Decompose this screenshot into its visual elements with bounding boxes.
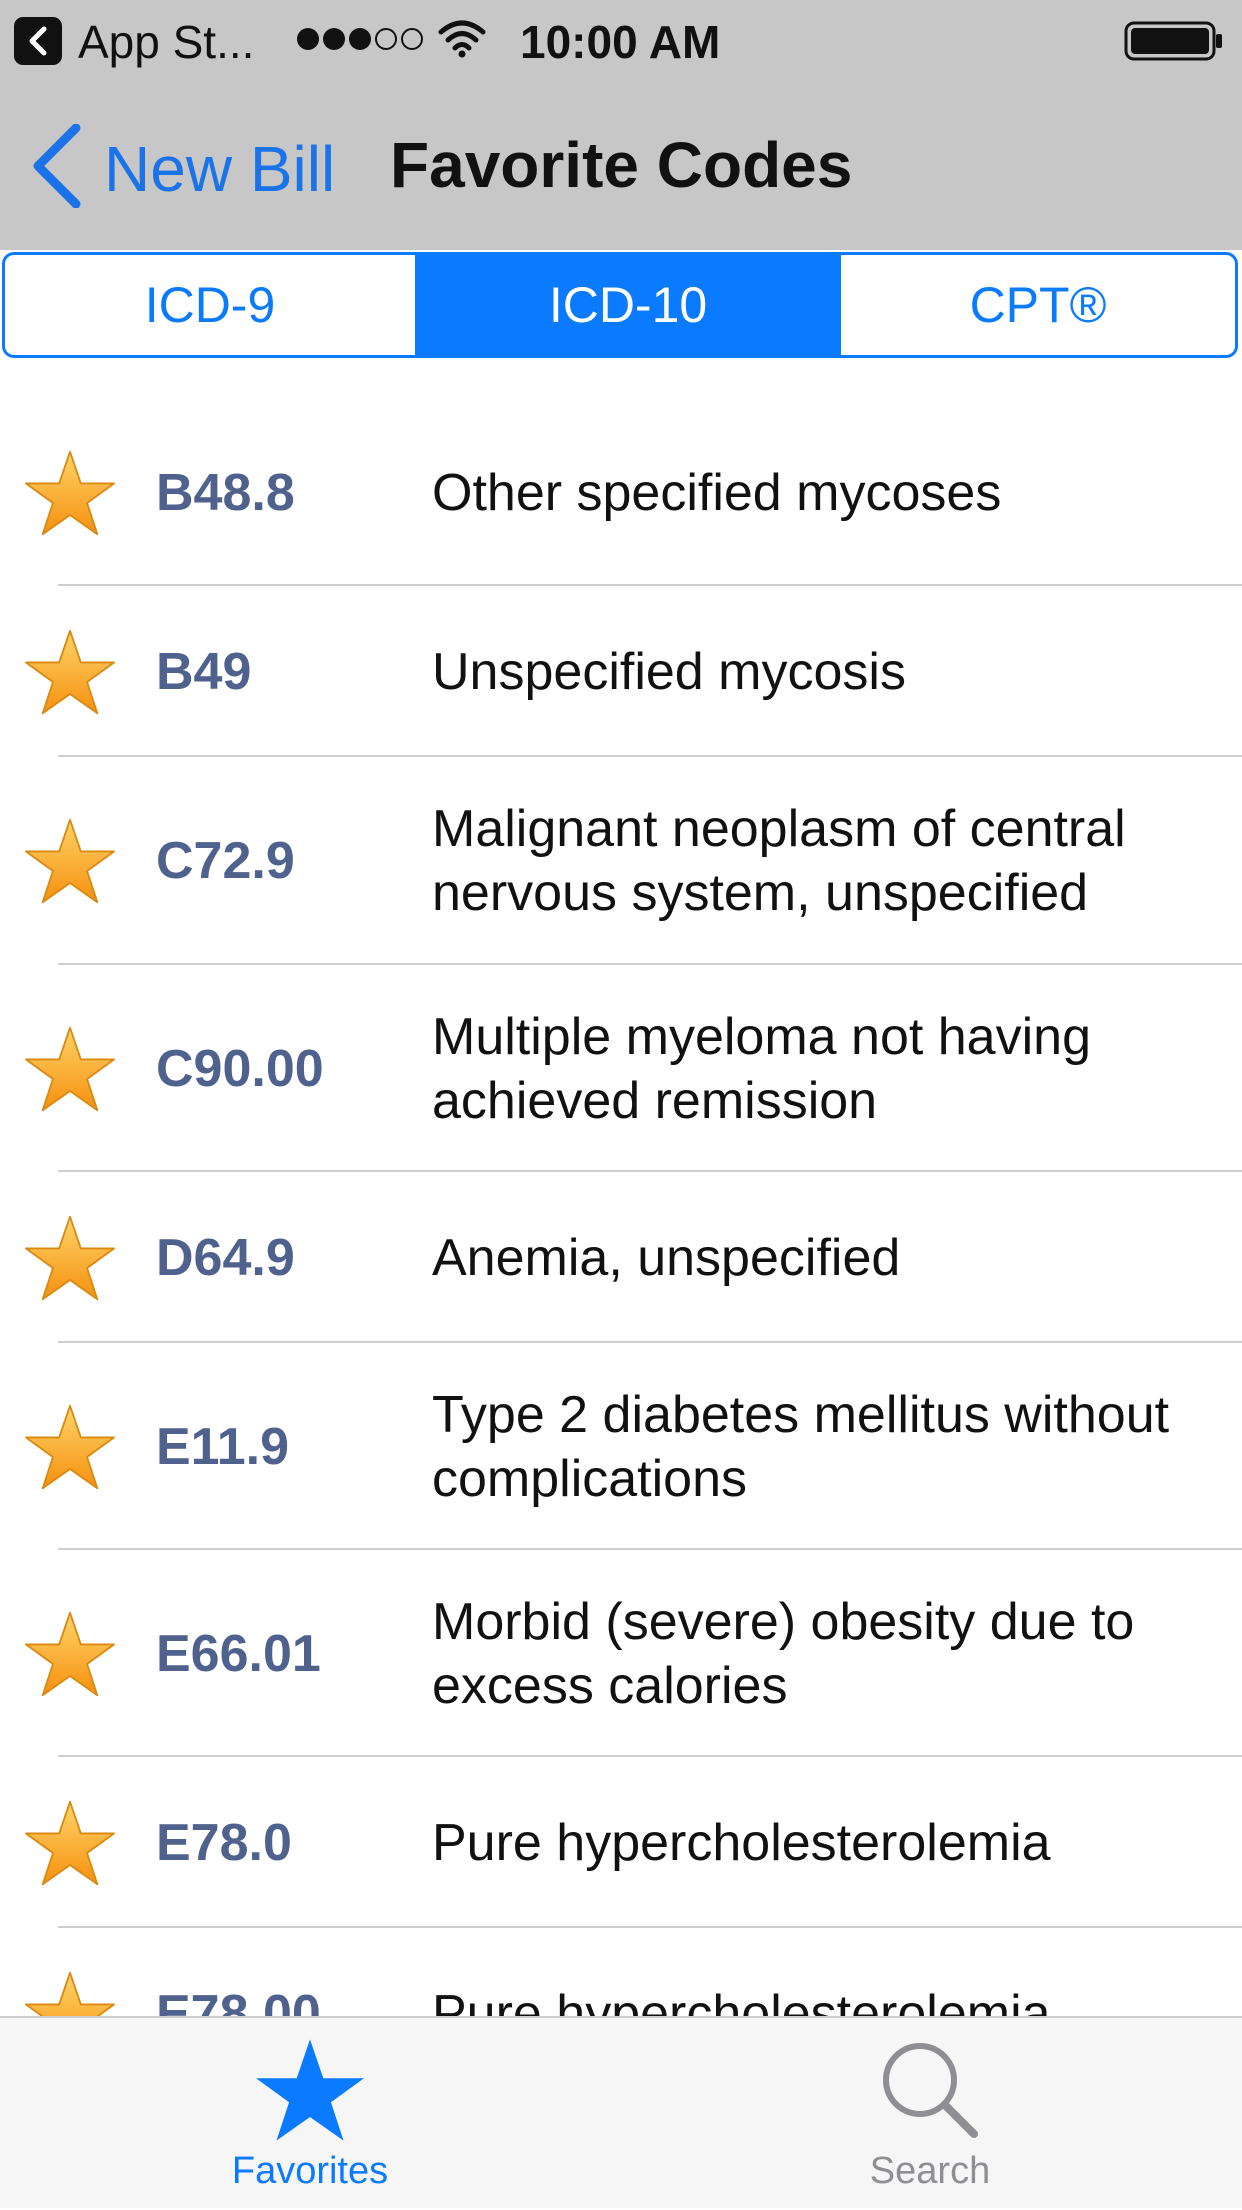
code-type-segmented-control: ICD-9 ICD-10 CPT®	[2, 252, 1238, 358]
tab-favorites[interactable]: Favorites	[160, 2018, 460, 2210]
page-title: Favorite Codes	[390, 129, 853, 201]
back-button-label: New Bill	[104, 133, 336, 205]
list-item[interactable]: E11.9 Type 2 diabetes mellitus without c…	[0, 1343, 1242, 1550]
tab-favorites-label: Favorites	[231, 2150, 389, 2192]
tab-icd-10[interactable]: ICD-10	[415, 255, 838, 355]
star-icon[interactable]	[24, 1610, 116, 1698]
code-description: Pure hypercholesterolemia,	[432, 1985, 1065, 2016]
tab-cpt[interactable]: CPT®	[838, 255, 1235, 355]
star-icon[interactable]	[24, 817, 116, 905]
code-description: Anemia, unspecified	[432, 1228, 901, 1287]
code-value: D64.9	[156, 1228, 295, 1287]
star-icon[interactable]	[24, 1214, 116, 1302]
chevron-left-icon	[33, 124, 81, 208]
code-value: E66.01	[156, 1624, 321, 1683]
code-description: Malignant neoplasm of central nervous sy…	[432, 800, 1126, 922]
list-item[interactable]: E78.00 Pure hypercholesterolemia,	[0, 1928, 1242, 2016]
battery-icon	[1124, 21, 1222, 61]
status-bar: App St... 10:00 AM	[0, 0, 1242, 84]
favorite-codes-list: B48.8 Other specified mycoses B49 Unspec…	[0, 400, 1242, 2016]
code-value: B49	[156, 642, 252, 701]
header: App St... 10:00 AM New Bill Favorite Cod…	[0, 0, 1242, 250]
code-description: Pure hypercholesterolemia	[432, 1813, 1051, 1872]
code-description: Other specified mycoses	[432, 464, 1002, 522]
code-value: C90.00	[156, 1039, 324, 1098]
star-icon[interactable]	[24, 1403, 116, 1491]
wifi-icon	[438, 20, 486, 58]
code-value: E78.00	[156, 1985, 321, 2016]
code-value: B48.8	[156, 464, 295, 522]
list-item[interactable]: D64.9 Anemia, unspecified	[0, 1172, 1242, 1343]
code-description: Morbid (severe) obesity due to excess ca…	[432, 1592, 1135, 1715]
code-description: Unspecified mycosis	[432, 642, 906, 701]
tab-search-label: Search	[869, 2150, 991, 2192]
status-time: 10:00 AM	[520, 16, 721, 68]
list-item[interactable]: E78.0 Pure hypercholesterolemia	[0, 1757, 1242, 1928]
tab-bar: Favorites Search	[0, 2016, 1242, 2208]
star-icon[interactable]	[24, 1025, 116, 1113]
code-description: Type 2 diabetes mellitus without complic…	[432, 1385, 1170, 1508]
code-value: E78.0	[156, 1813, 292, 1872]
list-item[interactable]: B48.8 Other specified mycoses	[0, 400, 1242, 586]
code-value: C72.9	[156, 832, 295, 890]
star-icon[interactable]	[24, 449, 116, 537]
back-to-app-icon[interactable]	[14, 17, 62, 65]
code-value: E11.9	[156, 1417, 290, 1476]
star-icon[interactable]	[24, 1799, 116, 1887]
back-to-app-label[interactable]: App St...	[78, 14, 254, 70]
star-icon[interactable]	[24, 1970, 116, 2016]
list-item[interactable]: C72.9 Malignant neoplasm of central nerv…	[0, 757, 1242, 965]
code-description: Multiple myeloma not having achieved rem…	[432, 1007, 1091, 1130]
list-item[interactable]: B49 Unspecified mycosis	[0, 586, 1242, 757]
magnifier-icon	[883, 2043, 978, 2138]
tab-search[interactable]: Search	[780, 2018, 1080, 2210]
list-item[interactable]: E66.01 Morbid (severe) obesity due to ex…	[0, 1550, 1242, 1757]
list-item[interactable]: C90.00 Multiple myeloma not having achie…	[0, 965, 1242, 1172]
star-icon	[256, 2039, 364, 2141]
star-icon[interactable]	[24, 628, 116, 716]
tab-icd-9[interactable]: ICD-9	[5, 255, 415, 355]
